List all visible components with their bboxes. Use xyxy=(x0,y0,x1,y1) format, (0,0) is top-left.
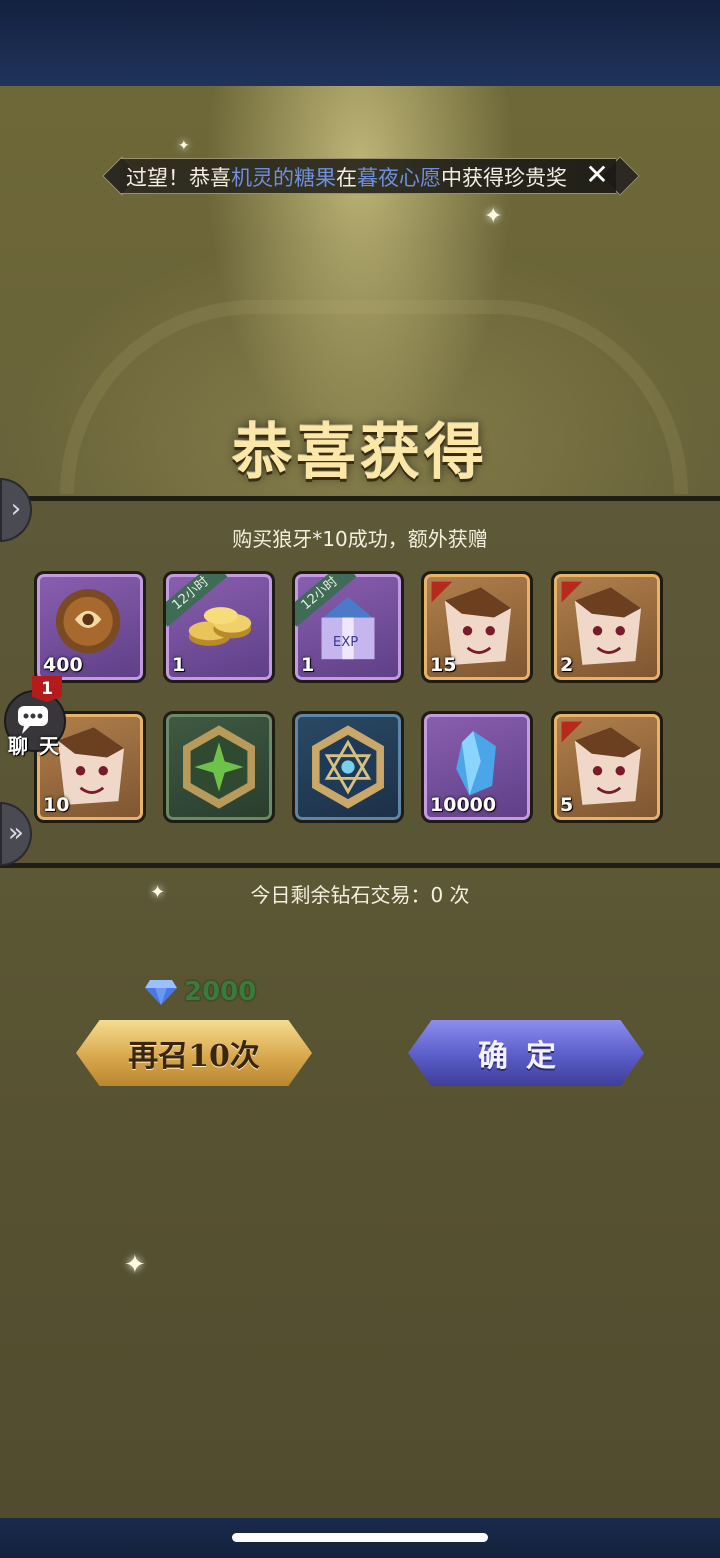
blue-star-emblem-icon xyxy=(312,725,384,809)
sparkle-icon: ✦ xyxy=(178,138,190,154)
chat-unread-badge: 1 xyxy=(32,676,62,702)
diamond-icon xyxy=(145,980,177,1005)
reward-item[interactable]: 12小时 1 xyxy=(163,571,275,683)
cost-value: 2000 xyxy=(184,977,257,1007)
reward-item[interactable]: EXP 12小时 1 xyxy=(292,571,404,683)
item-quantity: 2 xyxy=(560,654,574,676)
ticker-prefix: 过望！恭喜 xyxy=(126,166,231,190)
announcement-ticker: 过望！恭喜机灵的糖果在暮夜心愿中获得珍贵奖 xyxy=(120,158,616,194)
page-title: 恭喜获得 xyxy=(232,418,488,488)
item-quantity: 1 xyxy=(301,654,315,676)
remaining-trades-text: 今日剩余钻石交易：0 次 xyxy=(250,883,470,907)
ticker-event-name: 暮夜心愿 xyxy=(357,166,441,190)
top-banner xyxy=(0,0,720,89)
reward-item[interactable] xyxy=(163,711,275,823)
reward-item[interactable]: 15 xyxy=(421,571,533,683)
reward-item[interactable]: 10000 xyxy=(421,711,533,823)
item-quantity: 1 xyxy=(172,654,186,676)
item-quantity: 400 xyxy=(43,654,83,676)
reward-item[interactable] xyxy=(292,711,404,823)
item-quantity: 5 xyxy=(560,794,574,816)
sparkle-icon: ✦ xyxy=(484,204,503,229)
reward-item[interactable]: 400 xyxy=(34,571,146,683)
svg-text:EXP: EXP xyxy=(333,635,358,650)
reward-item[interactable]: 2 xyxy=(551,571,663,683)
ticker-text: 过望！恭喜机灵的糖果在暮夜心愿中获得珍贵奖 xyxy=(126,162,567,192)
summon-again-button[interactable]: 再召10次 xyxy=(76,1020,312,1086)
chat-label[interactable]: 聊 天 xyxy=(8,730,61,759)
close-x-icon[interactable]: ✕ xyxy=(582,160,612,190)
green-emblem-icon xyxy=(183,725,255,809)
summon-cost: 2000 xyxy=(144,974,256,1010)
ticker-middle: 在 xyxy=(336,166,357,190)
ticker-player-name: 机灵的糖果 xyxy=(231,166,336,190)
ticker-suffix: 中获得珍贵奖 xyxy=(441,166,567,190)
sparkle-icon: ✦ xyxy=(124,1250,146,1280)
item-quantity: 10000 xyxy=(430,794,497,816)
home-indicator[interactable] xyxy=(232,1533,488,1542)
confirm-button[interactable]: 确定 xyxy=(408,1020,644,1086)
reward-item[interactable]: 5 xyxy=(551,711,663,823)
item-quantity: 15 xyxy=(430,654,457,676)
purchase-message: 购买狼牙*10成功，额外获赠 xyxy=(232,527,488,551)
item-quantity: 10 xyxy=(43,794,70,816)
